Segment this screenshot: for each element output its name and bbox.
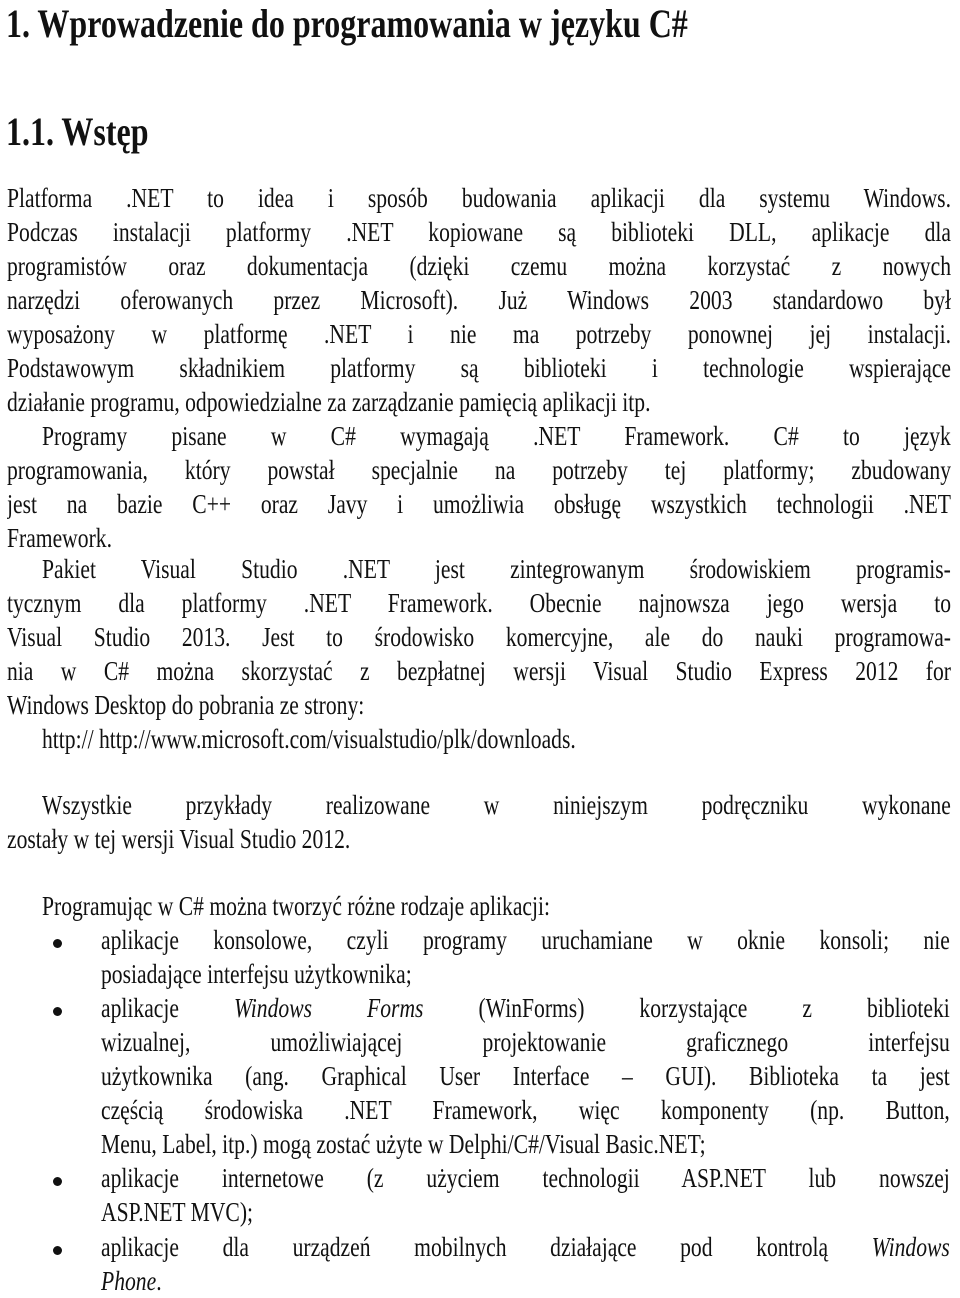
bullet-icon	[53, 1246, 62, 1255]
text-line: programistów oraz dokumentacja (dzięki c…	[7, 251, 951, 281]
download-link[interactable]: http:// http://www.microsoft.com/visuals…	[42, 722, 951, 756]
list-intro: Programując w C# można tworzyć różne rod…	[42, 891, 551, 921]
text-line: użytkownika (ang. Graphical User Interfa…	[101, 1061, 950, 1091]
text-line: Visual Studio 2013. Jest to środowisko k…	[7, 622, 951, 652]
text-line: Menu, Label, itp.) mogą zostać użyte w D…	[101, 1129, 706, 1159]
bullet-icon	[53, 939, 62, 948]
text-line: aplikacje konsolowe, czyli programy uruc…	[101, 925, 950, 955]
text-line: wizualnej, umożliwiającej projektowanie …	[101, 1027, 950, 1057]
emphasis-text: Phone	[101, 1266, 157, 1296]
text-line: Podstawowym składnikiem platformy są bib…	[7, 353, 951, 383]
text-line: tycznym dla platformy .NET Framework. Ob…	[7, 588, 951, 618]
text-line: jest na bazie C++ oraz Javy i umożliwia …	[7, 489, 951, 519]
text-line: Framework.	[7, 523, 112, 553]
text-line: działanie programu, odpowiedzialne za za…	[7, 387, 651, 417]
bullet-icon	[53, 1177, 62, 1186]
text-line: programowania, który powstał specjalnie …	[7, 455, 951, 485]
text-line: ASP.NET MVC);	[101, 1197, 254, 1227]
section-title: 1.1. Wstęp	[6, 109, 149, 154]
text-line: narzędzi oferowanych przez Microsoft). J…	[7, 285, 951, 315]
text-line: Pakiet Visual Studio .NET jest zintegrow…	[42, 554, 951, 584]
text-line: wyposażony w platformę .NET i nie ma pot…	[7, 319, 951, 349]
chapter-title: 1. Wprowadzenie do programowania w język…	[6, 1, 688, 46]
text-line: Windows Desktop do pobrania ze strony:	[7, 690, 365, 720]
text-line: Wszystkie przykłady realizowane w niniej…	[42, 790, 951, 820]
text-line: zostały w tej wersji Visual Studio 2012.	[7, 824, 351, 854]
text-line: Programy pisane w C# wymagają .NET Frame…	[42, 421, 951, 451]
emphasis-text: Windows	[871, 1232, 950, 1262]
text-line: nia w C# można skorzystać z bezpłatnej w…	[7, 656, 951, 686]
text-line: częścią środowiska .NET Framework, więc …	[101, 1095, 950, 1125]
document-page: 1. Wprowadzenie do programowania w język…	[0, 0, 960, 1297]
text-line: Phone.	[101, 1266, 162, 1296]
text-line: posiadające interfejsu użytkownika;	[101, 959, 412, 989]
bullet-icon	[53, 1007, 62, 1016]
text-line: aplikacje Windows Forms (WinForms) korzy…	[101, 993, 950, 1023]
text-line: Platforma .NET to idea i sposób budowani…	[7, 183, 951, 213]
text-line: aplikacje internetowe (z użyciem technol…	[101, 1163, 950, 1193]
text-line: aplikacje dla urządzeń mobilnych działaj…	[101, 1232, 950, 1262]
text-line: Podczas instalacji platformy .NET kopiow…	[7, 217, 951, 247]
emphasis-text: Windows Forms	[234, 993, 424, 1023]
